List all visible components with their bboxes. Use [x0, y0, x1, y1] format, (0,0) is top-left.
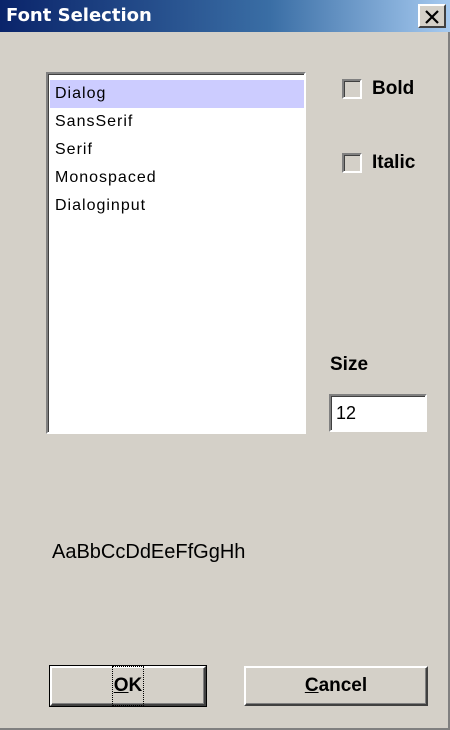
- list-item[interactable]: Monospaced: [50, 164, 304, 192]
- list-item-label: Serif: [55, 141, 93, 158]
- bold-label: Bold: [372, 78, 415, 99]
- font-family-list[interactable]: Dialog SansSerif Serif Monospaced Dialog…: [46, 72, 306, 434]
- list-item-label: Monospaced: [55, 169, 157, 186]
- close-icon: [425, 10, 439, 24]
- italic-label: Italic: [372, 152, 416, 173]
- cancel-mnemonic: C: [304, 675, 319, 696]
- list-item[interactable]: Dialoginput: [50, 192, 304, 220]
- ok-mnemonic: O: [113, 675, 129, 696]
- font-preview-text: AaBbCcDdEeFfGgHh: [52, 541, 246, 563]
- size-label: Size: [330, 354, 369, 375]
- list-item-label: Dialoginput: [55, 197, 147, 214]
- list-item-label: SansSerif: [55, 113, 134, 130]
- close-button[interactable]: [418, 4, 446, 28]
- ok-button-label: OK: [111, 666, 145, 706]
- font-selection-dialog: Font Selection Dialog SansSerif Serif Mo…: [0, 0, 450, 730]
- list-item[interactable]: Serif: [50, 136, 304, 164]
- title-bar[interactable]: Font Selection: [0, 0, 450, 32]
- ok-button[interactable]: OK: [49, 665, 207, 707]
- cancel-button-label: Cancel: [305, 668, 367, 704]
- cancel-label-rest: ancel: [318, 675, 368, 696]
- window-title: Font Selection: [6, 5, 152, 26]
- size-input[interactable]: [329, 394, 427, 432]
- ok-label-rest: K: [128, 675, 143, 696]
- list-item[interactable]: Dialog: [50, 80, 304, 108]
- bold-checkbox[interactable]: [342, 79, 362, 99]
- list-item-label: Dialog: [55, 85, 107, 102]
- cancel-button[interactable]: Cancel: [244, 666, 428, 706]
- list-item[interactable]: SansSerif: [50, 108, 304, 136]
- italic-checkbox[interactable]: [342, 153, 362, 173]
